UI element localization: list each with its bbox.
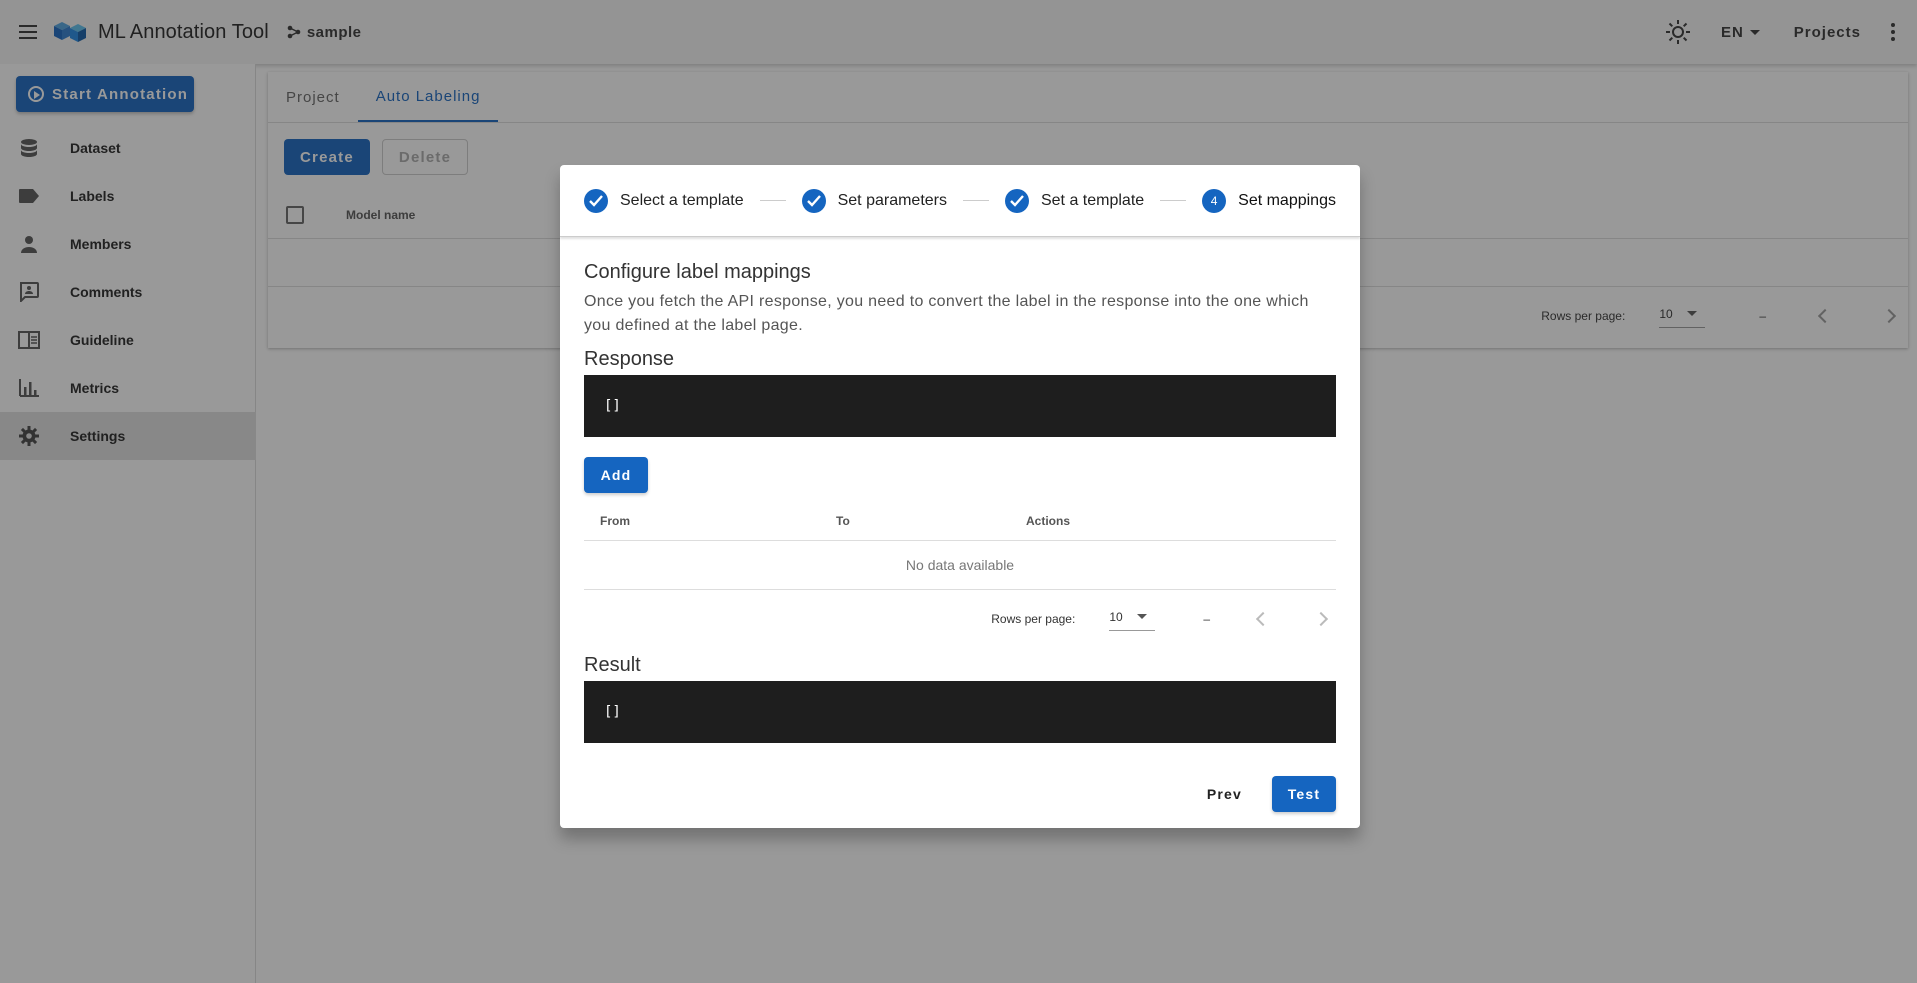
add-mapping-button[interactable]: Add [584,457,648,493]
check-icon [801,188,826,213]
step-divider [759,200,786,201]
step-label: Set mappings [1238,191,1336,209]
rows-per-page-label: Rows per page: [991,612,1076,626]
dialog-body: Configure label mappings Once you fetch … [560,261,1360,743]
mapping-empty-state: No data available [584,541,1336,590]
page-range: – [1203,612,1210,626]
step-set-mappings[interactable]: 4 Set mappings [1202,188,1336,213]
stepper: Select a template Set parameters Set a t… [560,165,1360,237]
step-select-template[interactable]: Select a template [584,188,744,213]
result-code: [] [584,681,1336,743]
prev-button[interactable]: Prev [1191,776,1258,812]
check-icon [1004,188,1029,213]
dialog-title: Configure label mappings [584,261,811,283]
dialog-footer: Prev Test [1191,776,1336,812]
step-divider [1160,200,1187,201]
chevron-down-icon [1136,614,1147,619]
step-divider [963,200,989,201]
auto-labeling-dialog: Select a template Set parameters Set a t… [560,165,1360,828]
chevron-right-icon[interactable] [1313,611,1329,627]
mapping-pager: Rows per page: 10 – [584,590,1336,648]
step-label: Set a template [1040,191,1145,209]
column-header-to: To [836,513,850,528]
step-set-parameters[interactable]: Set parameters [801,188,947,213]
check-icon [584,188,608,213]
response-code: [] [584,375,1336,437]
rows-per-page-select[interactable]: 10 [1109,608,1156,631]
result-title: Result [584,654,641,676]
step-number: 4 [1202,188,1227,213]
dialog-description: Once you fetch the API response, you nee… [584,293,1309,334]
mapping-table-header: From To Actions [584,501,1336,541]
step-set-template[interactable]: Set a template [1004,188,1145,213]
chevron-left-icon[interactable] [1255,611,1271,627]
column-header-from: From [600,513,630,528]
column-header-actions: Actions [1026,513,1071,528]
rows-per-page-value: 10 [1109,609,1123,624]
response-title: Response [584,348,675,370]
step-label: Set parameters [837,191,947,209]
step-label: Select a template [620,191,744,209]
test-button[interactable]: Test [1272,776,1336,812]
